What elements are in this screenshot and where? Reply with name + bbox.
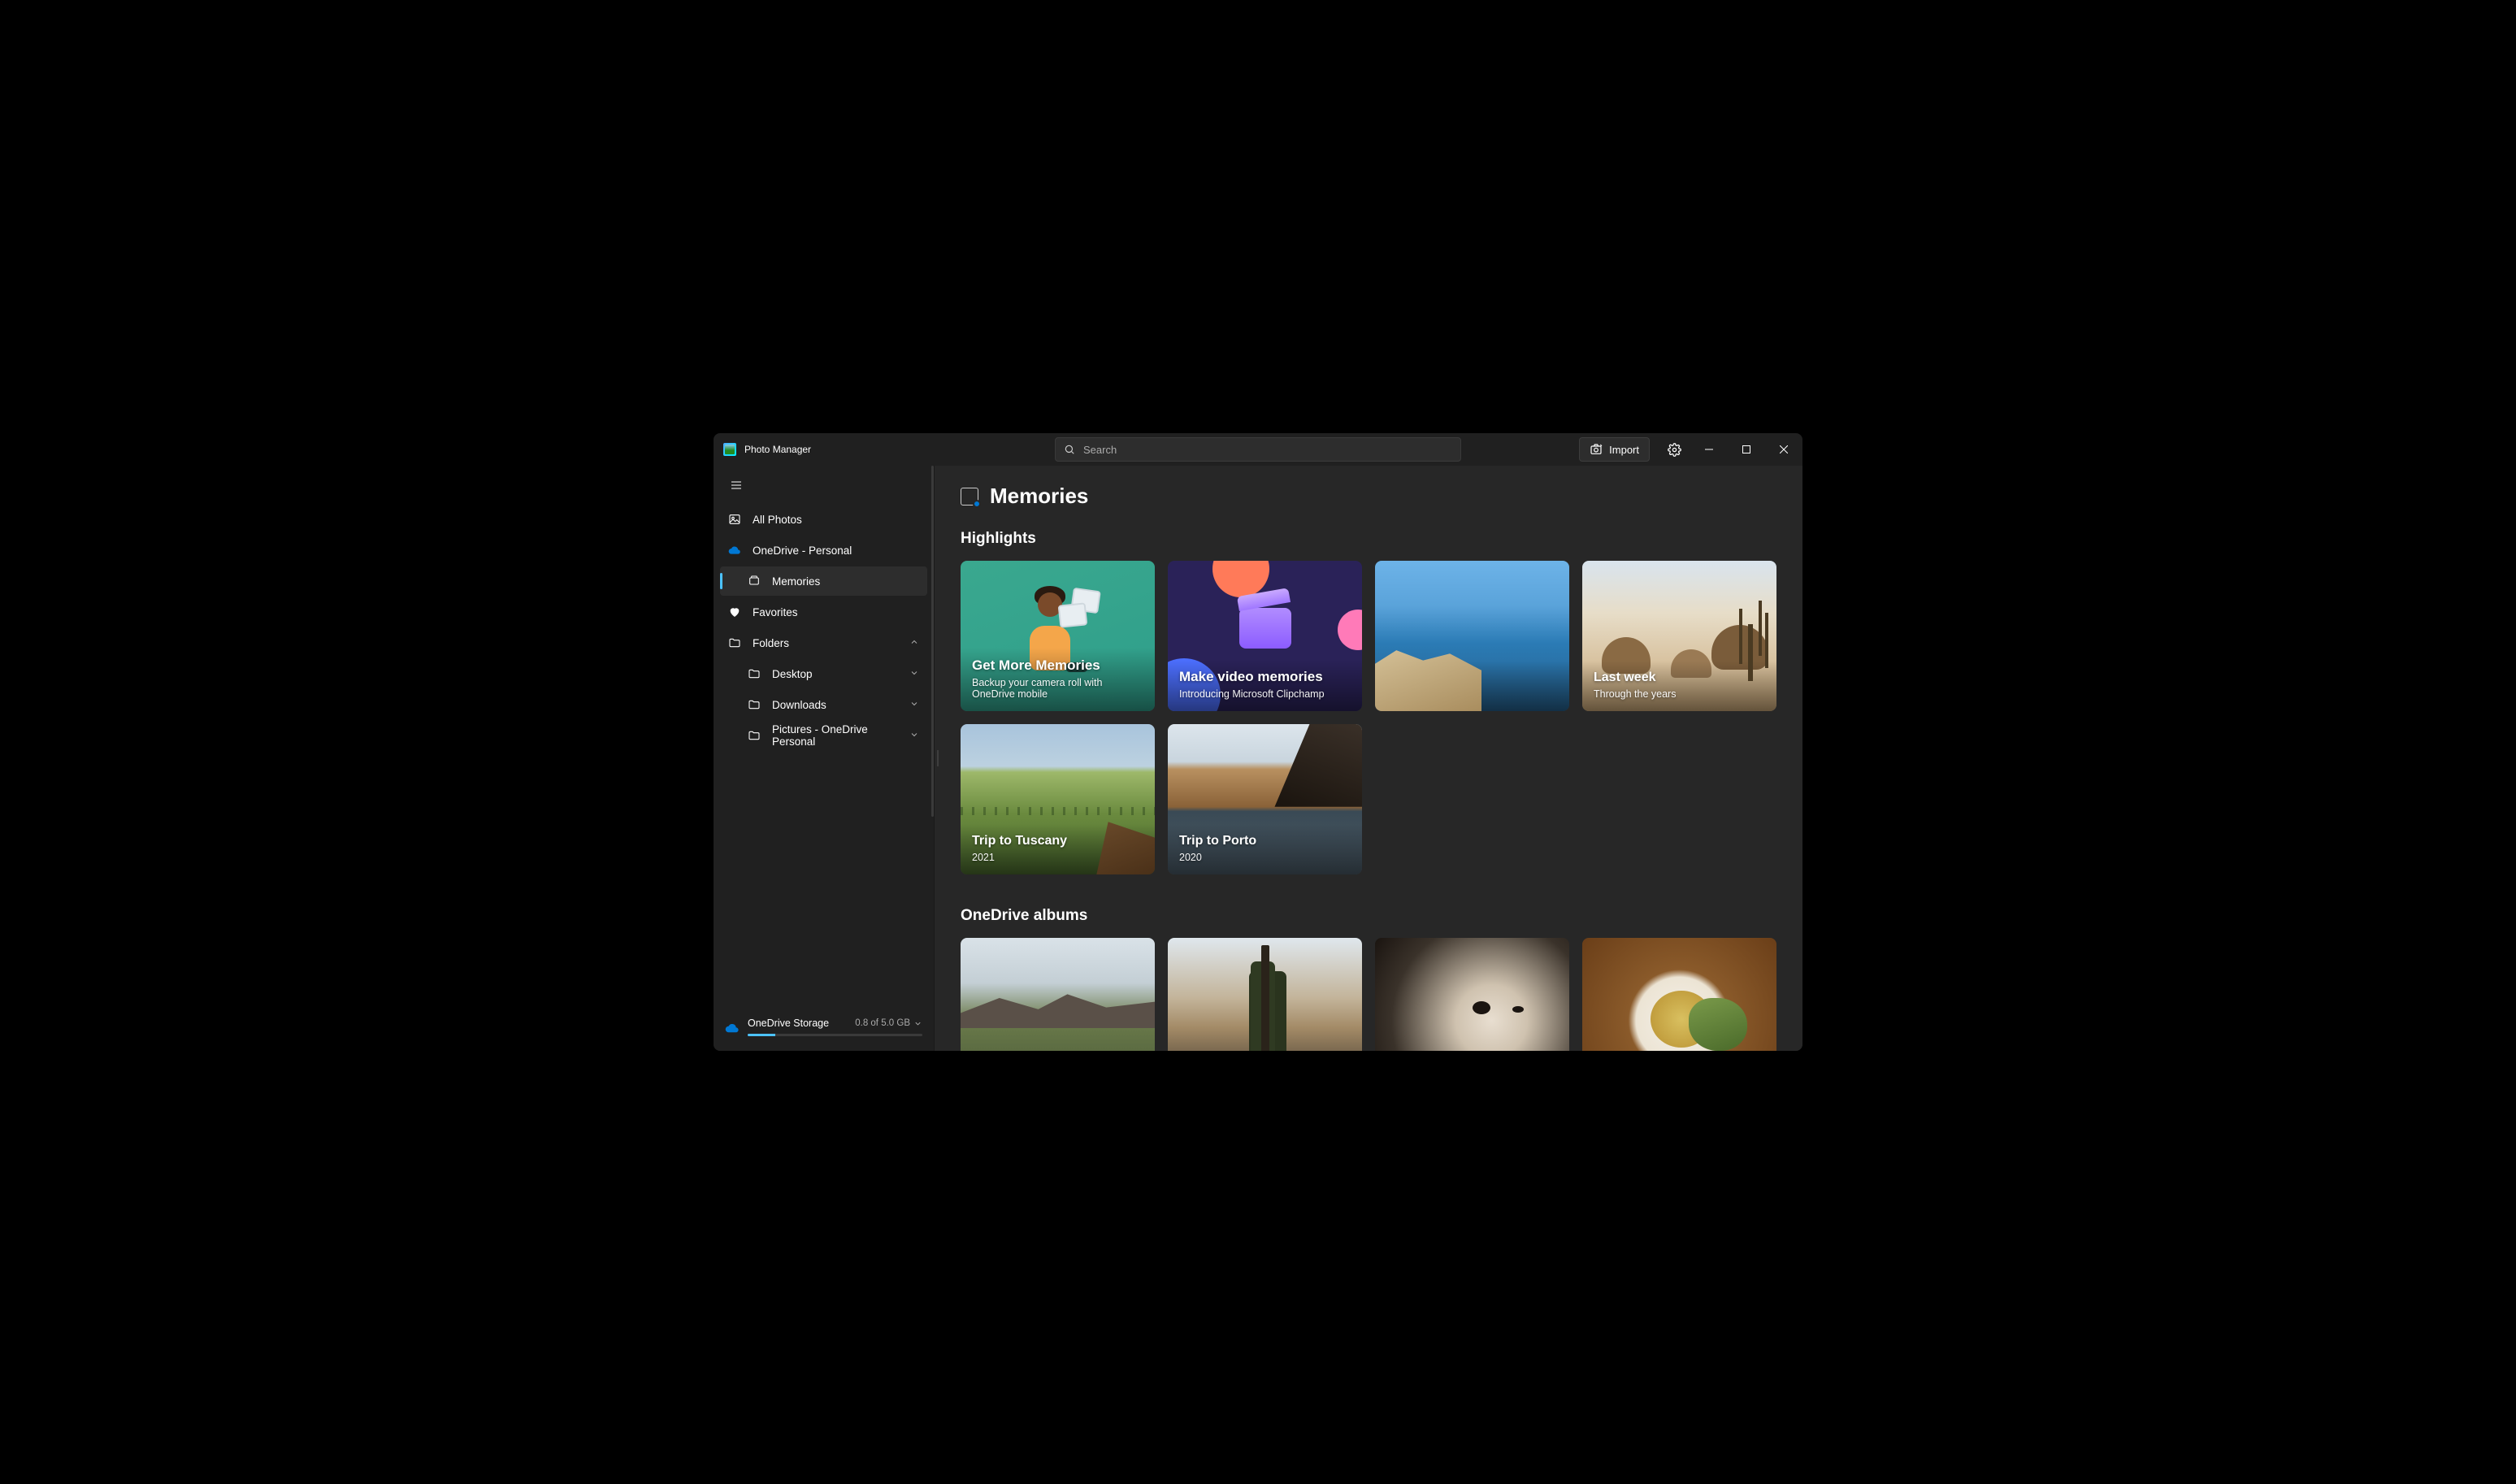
card-subtitle: 2021 [972, 852, 1143, 863]
storage-label: OneDrive Storage [748, 1018, 829, 1029]
folder-icon [728, 636, 741, 649]
chevron-down-icon [909, 730, 919, 742]
image-icon [728, 513, 741, 526]
storage-usage: 0.8 of 5.0 GB [855, 1018, 922, 1028]
card-subtitle: Through the years [1594, 688, 1765, 700]
storage-progress [748, 1034, 922, 1036]
storage-panel[interactable]: OneDrive Storage 0.8 of 5.0 GB [717, 1009, 930, 1046]
hamburger-button[interactable] [720, 471, 753, 500]
memories-header-icon [961, 488, 978, 506]
settings-button[interactable] [1658, 433, 1690, 466]
titlebar: Photo Manager Import [714, 433, 1802, 466]
sidebar-item-pictures-onedrive[interactable]: Pictures - OneDrive Personal [720, 721, 927, 750]
highlight-card-clipchamp[interactable]: Make video memories Introducing Microsof… [1168, 561, 1362, 711]
search-bar[interactable] [1055, 437, 1461, 462]
album-card-pets[interactable]: Pets [1375, 938, 1569, 1051]
sidebar-item-label: All Photos [753, 514, 802, 526]
sidebar-item-all-photos[interactable]: All Photos [720, 505, 927, 534]
sidebar-item-onedrive[interactable]: OneDrive - Personal [720, 536, 927, 565]
close-button[interactable] [1765, 433, 1802, 466]
cloud-icon [728, 544, 741, 557]
sidebar-list: All Photos OneDrive - Personal Memories … [717, 505, 930, 750]
album-card-camping[interactable]: Camping in Connemara [961, 938, 1155, 1051]
highlight-card-tuscany[interactable]: Trip to Tuscany 2021 [961, 724, 1155, 874]
sidebar-item-memories[interactable]: Memories [720, 566, 927, 596]
memories-icon [748, 575, 761, 588]
card-subtitle: 2020 [1179, 852, 1351, 863]
app-body: All Photos OneDrive - Personal Memories … [714, 466, 1802, 1051]
card-title: Make video memories [1179, 669, 1351, 685]
maximize-icon [1742, 445, 1750, 453]
sidebar-item-desktop[interactable]: Desktop [720, 659, 927, 688]
highlights-heading: Highlights [961, 530, 1776, 548]
sidebar-scroll-indicator [931, 466, 934, 817]
sidebar-item-downloads[interactable]: Downloads [720, 690, 927, 719]
grip-icon [935, 750, 940, 766]
folder-icon [748, 698, 761, 711]
card-subtitle: Backup your camera roll with OneDrive mo… [972, 677, 1143, 700]
card-subtitle: Introducing Microsoft Clipchamp [1179, 688, 1351, 700]
sidebar-item-label: Favorites [753, 606, 798, 618]
close-icon [1780, 445, 1788, 453]
search-icon [1064, 444, 1075, 455]
album-card-cycling[interactable]: Cycling Trips [1168, 938, 1362, 1051]
search-input[interactable] [1083, 444, 1452, 456]
card-title: Trip to Tuscany [972, 834, 1143, 848]
albums-heading: OneDrive albums [961, 907, 1776, 925]
card-subtitle: October 12 [1386, 688, 1558, 700]
minimize-icon [1705, 445, 1713, 453]
gear-icon [1668, 443, 1681, 457]
page-title: Memories [990, 484, 1088, 509]
card-title: On this day [1386, 670, 1558, 685]
storage-main: OneDrive Storage 0.8 of 5.0 GB [748, 1018, 922, 1036]
main-content[interactable]: Memories Highlights Get More Memories Ba… [935, 466, 1802, 1051]
highlights-grid: Get More Memories Backup your camera rol… [961, 561, 1776, 874]
highlight-card-on-this-day[interactable]: On this day October 12 [1375, 561, 1569, 711]
titlebar-right: Import [1579, 433, 1802, 466]
minimize-button[interactable] [1690, 433, 1728, 466]
sidebar-item-folders[interactable]: Folders [720, 628, 927, 657]
app-window: Photo Manager Import [714, 433, 1802, 1051]
app-icon [723, 443, 736, 456]
heart-icon [728, 605, 741, 618]
chevron-up-icon [909, 637, 919, 649]
chevron-down-icon [913, 1019, 922, 1028]
sidebar-item-label: Folders [753, 637, 789, 649]
chevron-down-icon [909, 668, 919, 680]
card-title: Trip to Porto [1179, 834, 1351, 848]
folder-icon [748, 729, 761, 742]
storage-usage-text: 0.8 of 5.0 GB [855, 1018, 910, 1028]
import-icon [1590, 443, 1603, 456]
app-title: Photo Manager [744, 444, 811, 455]
sidebar-item-label: Pictures - OneDrive Personal [772, 723, 898, 748]
chevron-down-icon [909, 699, 919, 711]
sidebar: All Photos OneDrive - Personal Memories … [714, 466, 935, 1051]
sidebar-item-label: OneDrive - Personal [753, 545, 852, 557]
split-handle[interactable] [935, 744, 941, 773]
import-label: Import [1609, 444, 1639, 456]
cloud-icon [725, 1021, 738, 1034]
card-title: Get More Memories [972, 657, 1143, 674]
album-card-food[interactable]: Food Pics [1582, 938, 1776, 1051]
highlight-card-get-more[interactable]: Get More Memories Backup your camera rol… [961, 561, 1155, 711]
import-button[interactable]: Import [1579, 437, 1650, 462]
sidebar-item-label: Downloads [772, 699, 826, 711]
hamburger-icon [730, 479, 743, 492]
albums-grid: Camping in Connemara Cycling Trips Pets … [961, 938, 1776, 1051]
folder-icon [748, 667, 761, 680]
sidebar-item-label: Memories [772, 575, 820, 588]
titlebar-left: Photo Manager [723, 443, 811, 456]
sidebar-item-favorites[interactable]: Favorites [720, 597, 927, 627]
clipchamp-icon [1239, 608, 1291, 649]
page-header: Memories [961, 484, 1776, 509]
maximize-button[interactable] [1728, 433, 1765, 466]
highlight-card-last-week[interactable]: Last week Through the years [1582, 561, 1776, 711]
highlight-card-porto[interactable]: Trip to Porto 2020 [1168, 724, 1362, 874]
card-title: Last week [1594, 670, 1765, 685]
sidebar-item-label: Desktop [772, 668, 813, 680]
